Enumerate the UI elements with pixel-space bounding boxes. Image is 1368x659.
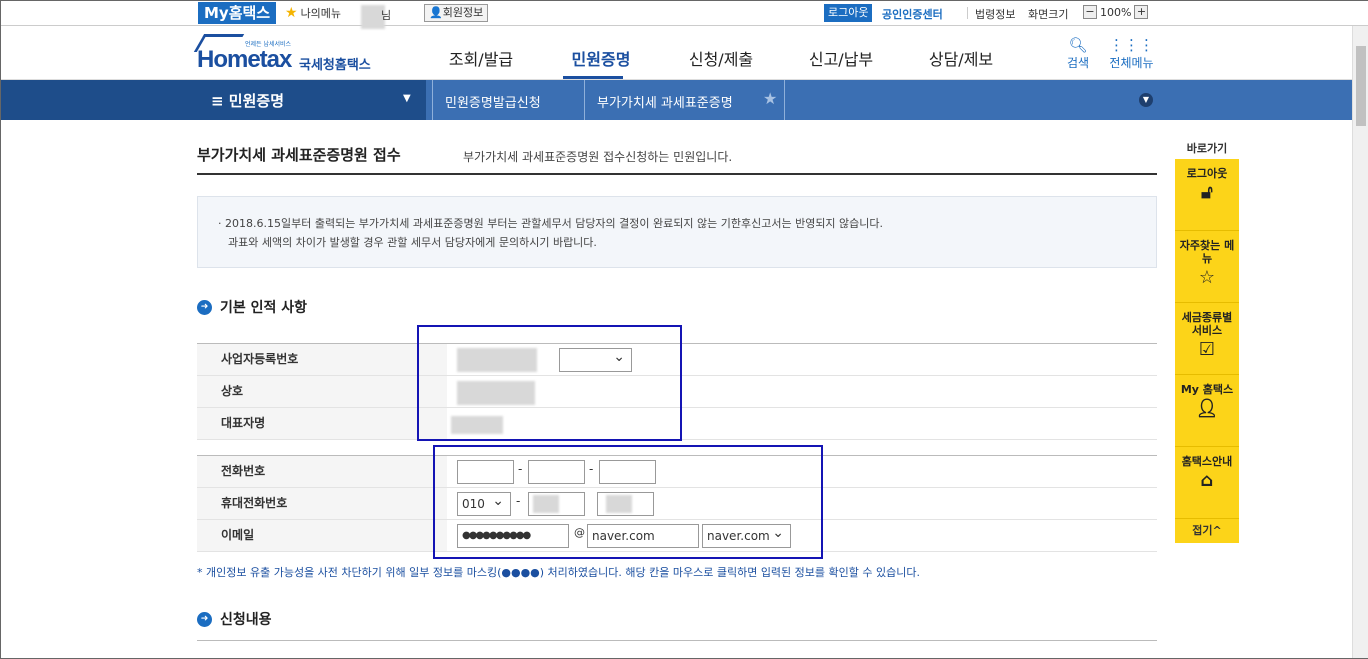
- top-utility-bar: My홈택스 ★ 나의메뉴 님 👤회원정보 로그아웃 공인인증센터 법령정보 화면…: [1, 1, 1368, 29]
- quick-logout-label: 로그아웃: [1186, 167, 1228, 180]
- page-title: 부가가치세 과세표준증명원 접수: [197, 146, 401, 164]
- quick-tax-service-label: 세금종류별 서비스: [1181, 311, 1233, 337]
- breadcrumb-divider: [421, 80, 433, 120]
- notice-line-2: 과표와 세액의 차이가 발생할 경우 관할 세무서 담당자에게 문의하시기 바랍…: [228, 236, 597, 249]
- phone-label: 전화번호: [197, 456, 447, 487]
- zoom-out-button[interactable]: −: [1083, 5, 1097, 19]
- quick-logout[interactable]: 로그아웃 🔓︎: [1175, 159, 1239, 231]
- quick-menu-title: 바로가기: [1186, 142, 1228, 155]
- section-title-request: ➜ 신청내용: [197, 609, 272, 629]
- quick-hometax-guide[interactable]: 홈택스안내 ⌂: [1175, 447, 1239, 519]
- arrow-circle-icon: ➜: [197, 299, 212, 315]
- search-button[interactable]: 🔍︎ 검색: [1067, 36, 1089, 71]
- logo-wordmark: Hometax: [197, 46, 292, 73]
- page-description: 부가가치세 과세표준증명원 접수신청하는 민원입니다.: [463, 150, 733, 164]
- logo-korean: 국세청홈택스: [299, 58, 371, 73]
- biz-no-label: 사업자등록번호: [197, 344, 447, 375]
- nav-report-pay[interactable]: 신고/납부: [781, 46, 901, 70]
- all-menu-label: 전체메뉴: [1109, 56, 1154, 70]
- breadcrumb-item-2[interactable]: 부가가치세 과세표준증명: [597, 92, 733, 111]
- scrollbar-thumb[interactable]: [1356, 46, 1366, 126]
- star-icon: ★: [285, 5, 298, 21]
- nav-civil-cert[interactable]: 민원증명: [541, 46, 661, 70]
- nav-apply[interactable]: 신청/제출: [661, 46, 781, 70]
- checkbox-icon: ☑: [1198, 339, 1216, 360]
- notice-line-1: · 2018.6.15일부터 출력되는 부가가치세 과세표준증명원 부터는 관할…: [218, 217, 884, 230]
- quick-tax-service[interactable]: 세금종류별 서비스 ☑: [1175, 303, 1239, 375]
- nav-inquiry[interactable]: 조회/발급: [421, 46, 541, 70]
- my-hometax-button[interactable]: My홈택스: [198, 2, 277, 24]
- nav-active-indicator: [563, 76, 623, 79]
- law-info-link[interactable]: 법령정보: [975, 6, 1015, 22]
- hometax-logo[interactable]: 언제든 납세서비스 Hometax 국세청홈택스: [193, 32, 387, 74]
- zoom-control: − 100% +: [1083, 5, 1149, 19]
- quick-close-button[interactable]: 접기^: [1175, 519, 1239, 543]
- quick-menu: 바로가기 로그아웃 🔓︎ 자주찾는 메뉴 ☆ 세금종류별 서비스 ☑ My 홈택…: [1175, 139, 1239, 543]
- member-info-label: 회원정보: [442, 6, 484, 19]
- global-nav: 조회/발급 민원증명 신청/제출 신고/납부 상담/제보: [421, 46, 1021, 70]
- person-icon: 👤︎: [1195, 398, 1219, 419]
- highlight-box-basic: [417, 325, 682, 441]
- my-menu-link[interactable]: ★ 나의메뉴: [285, 5, 341, 21]
- quick-my-hometax[interactable]: My 홈택스 👤︎: [1175, 375, 1239, 447]
- mobile-label: 휴대전화번호: [197, 488, 447, 519]
- notice-box: · 2018.6.15일부터 출력되는 부가가치세 과세표준증명원 부터는 관할…: [197, 196, 1157, 268]
- quick-hometax-guide-label: 홈택스안내: [1181, 455, 1233, 468]
- section-title-label: 기본 인적 사항: [220, 300, 308, 316]
- quick-favorites[interactable]: 자주찾는 메뉴 ☆: [1175, 231, 1239, 303]
- screen-size-label: 화면크기: [1028, 8, 1069, 21]
- member-info-button[interactable]: 👤회원정보: [424, 4, 489, 22]
- all-menu-button[interactable]: ⋮⋮⋮ 전체메뉴: [1109, 36, 1154, 71]
- zoom-level: 100%: [1100, 5, 1132, 19]
- breadcrumb-divider: [573, 80, 585, 120]
- search-icon: 🔍︎: [1068, 36, 1088, 54]
- privacy-note: * 개인정보 유출 가능성을 사전 차단하기 위해 일부 정보를 마스킹(●●●…: [197, 566, 920, 579]
- company-label: 상호: [197, 376, 447, 407]
- vertical-scrollbar[interactable]: [1352, 26, 1368, 658]
- expand-chevron-icon[interactable]: ▼: [1139, 93, 1153, 107]
- ceo-label: 대표자명: [197, 408, 447, 439]
- user-icon: 👤: [429, 6, 443, 19]
- logout-button-top[interactable]: 로그아웃: [824, 4, 873, 22]
- grid-icon: ⋮⋮⋮: [1109, 36, 1154, 54]
- zoom-in-button[interactable]: +: [1134, 5, 1149, 19]
- unlock-icon: 🔓︎: [1201, 182, 1213, 203]
- location-menu-button[interactable]: ≡ 민원증명: [211, 90, 284, 111]
- honorific-label: 님: [381, 9, 392, 22]
- nav-consult[interactable]: 상담/제보: [901, 46, 1021, 70]
- location-menu-label: 민원증명: [228, 92, 284, 110]
- email-label: 이메일: [197, 520, 447, 551]
- location-bar: ≡ 민원증명 ▼ 민원증명발급신청 부가가치세 과세표준증명 ★ ▼: [1, 80, 1368, 120]
- dropdown-arrow-icon[interactable]: ▼: [403, 93, 411, 104]
- breadcrumb-item-1[interactable]: 민원증명발급신청: [445, 92, 541, 111]
- quick-favorites-label: 자주찾는 메뉴: [1179, 239, 1235, 265]
- breadcrumb-divider: [773, 80, 785, 120]
- title-divider: [197, 173, 1157, 175]
- search-label: 검색: [1067, 56, 1090, 70]
- section-title-label: 신청내용: [220, 612, 272, 628]
- site-header: 언제든 납세서비스 Hometax 국세청홈택스 조회/발급 민원증명 신청/제…: [1, 26, 1368, 80]
- star-outline-icon: ☆: [1198, 267, 1216, 288]
- my-menu-label: 나의메뉴: [300, 7, 342, 20]
- arrow-circle-icon: ➜: [197, 611, 212, 627]
- request-table-top: [197, 640, 1157, 659]
- quick-my-hometax-label: My 홈택스: [1180, 383, 1234, 396]
- cert-center-link[interactable]: 공인인증센터: [882, 6, 943, 22]
- highlight-box-contact: [433, 445, 823, 559]
- divider: [967, 7, 968, 19]
- section-title-basic: ➜ 기본 인적 사항: [197, 297, 307, 317]
- home-icon: ⌂: [1200, 470, 1214, 491]
